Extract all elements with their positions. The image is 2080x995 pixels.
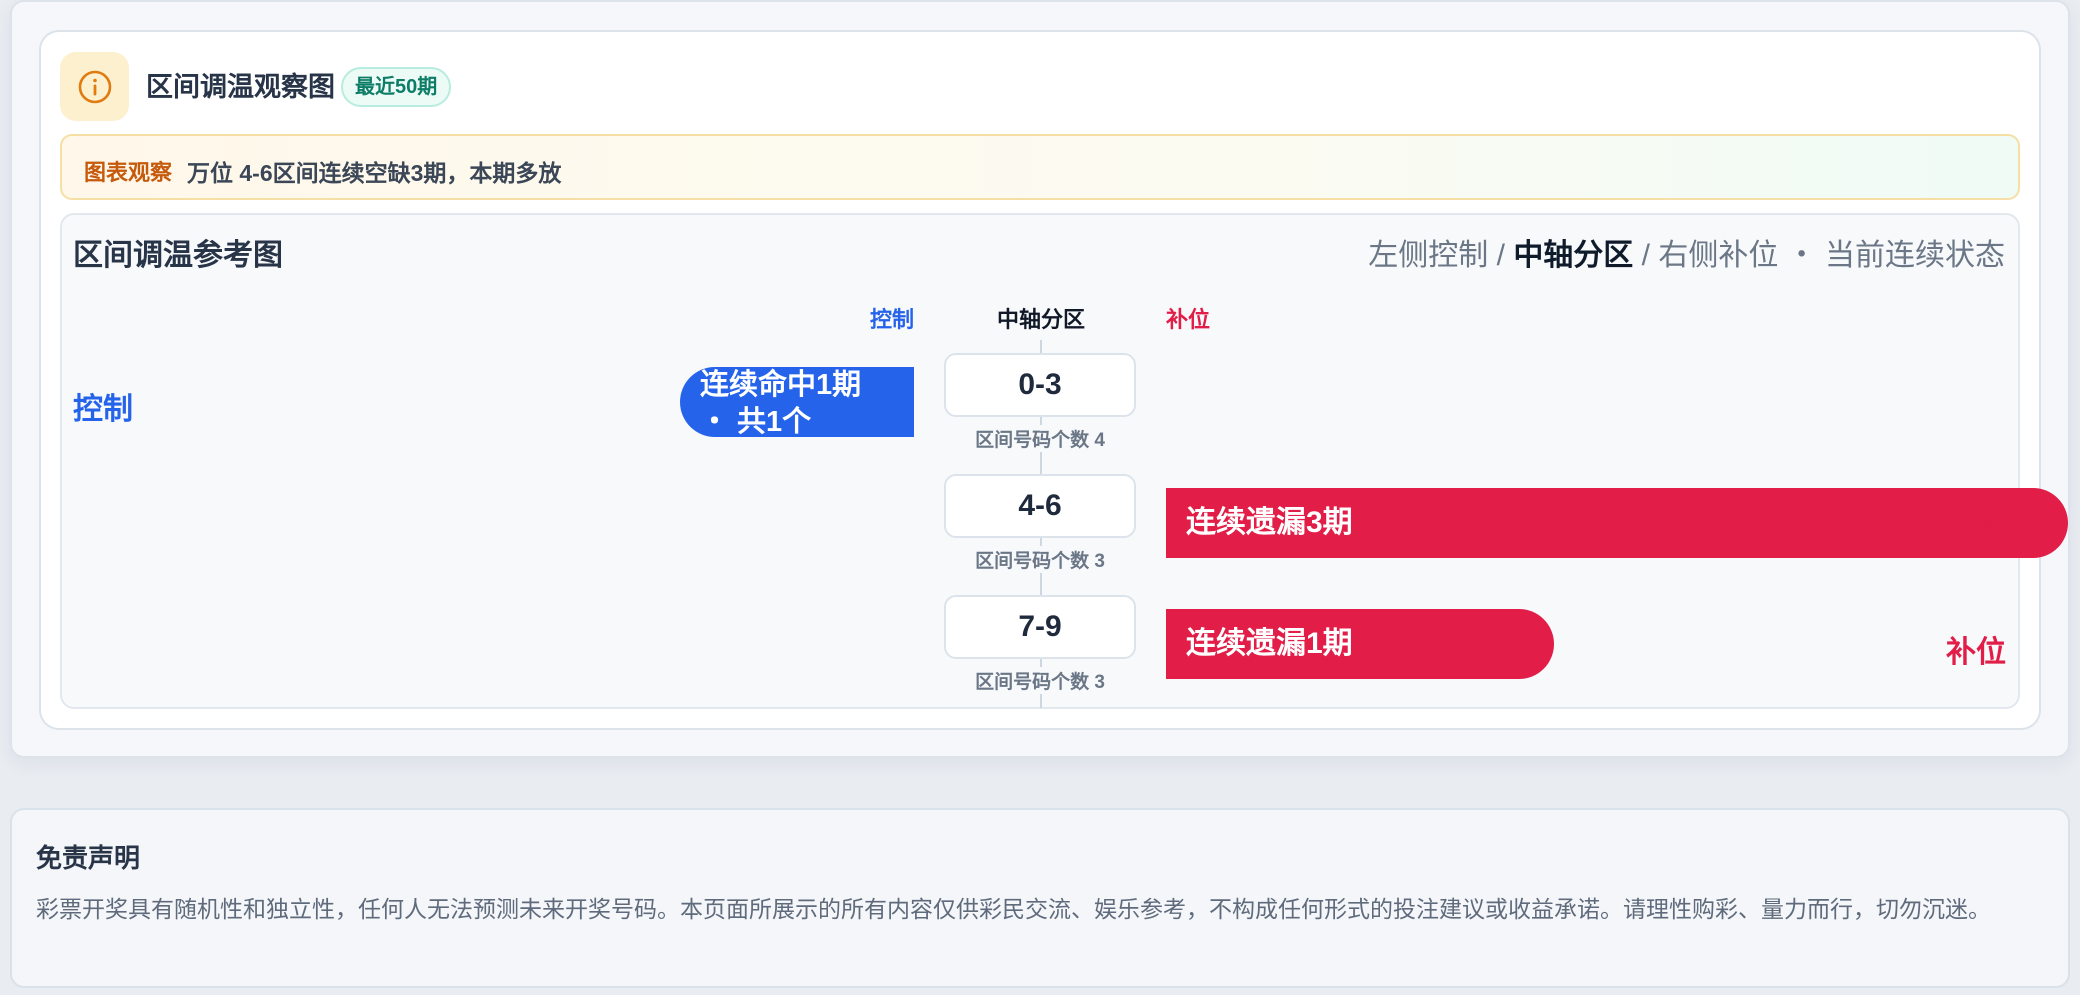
disclaimer-text: 彩票开奖具有随机性和独立性，任何人无法预测未来开奖号码。本页面所展示的所有内容仅… (36, 896, 1991, 922)
range-count-label: 区间号码个数 3 (944, 546, 1136, 573)
observation-bar: 图表观察 万位 4-6区间连续空缺3期，本期多放 (60, 134, 2020, 200)
range-box: 0-3 (944, 353, 1136, 417)
control-streak-bar: 连续命中1期 ・ 共1个 (680, 367, 914, 437)
observation-text: 万位 4-6区间连续空缺3期，本期多放 (187, 160, 562, 186)
row-side-label: 控制 (73, 393, 133, 426)
row-side-label: 补位 (1946, 636, 2006, 669)
header-icon-box (60, 52, 129, 121)
streak-text: 连续命中1期 (700, 369, 862, 401)
disclaimer-box: 免责声明 彩票开奖具有随机性和独立性，任何人无法预测未来开奖号码。本页面所展示的… (10, 808, 2070, 988)
legend-right: / 右侧补位 ・ 当前连续状态 (1633, 239, 2005, 272)
range-count-label: 区间号码个数 3 (944, 667, 1136, 694)
range-count-label: 区间号码个数 4 (944, 425, 1136, 452)
legend-left: 左侧控制 / (1368, 239, 1514, 272)
fill-streak-bar: 连续遗漏1期 (1166, 609, 1554, 679)
period-badge: 最近50期 (341, 67, 452, 107)
info-icon (78, 70, 111, 103)
panel-legend: 左侧控制 / 中轴分区 / 右侧补位 ・ 当前连续状态 (1368, 230, 2005, 274)
column-header-fill: 补位 (1166, 307, 1211, 332)
observation-tag: 图表观察 (84, 160, 173, 185)
column-header-axis: 中轴分区 (997, 307, 1086, 332)
page-title: 区间调温观察图 (146, 72, 335, 102)
disclaimer-title: 免责声明 (36, 843, 141, 873)
column-header-control: 控制 (870, 307, 915, 332)
range-box: 4-6 (944, 474, 1136, 538)
panel-title: 区间调温参考图 (73, 239, 283, 272)
range-box: 7-9 (944, 595, 1136, 659)
fill-streak-bar: 连续遗漏3期 (1166, 488, 2068, 558)
legend-mid: 中轴分区 (1513, 239, 1634, 272)
row-side-label: 补位 (1946, 515, 2006, 548)
streak-count-text: ・ 共1个 (700, 406, 812, 437)
